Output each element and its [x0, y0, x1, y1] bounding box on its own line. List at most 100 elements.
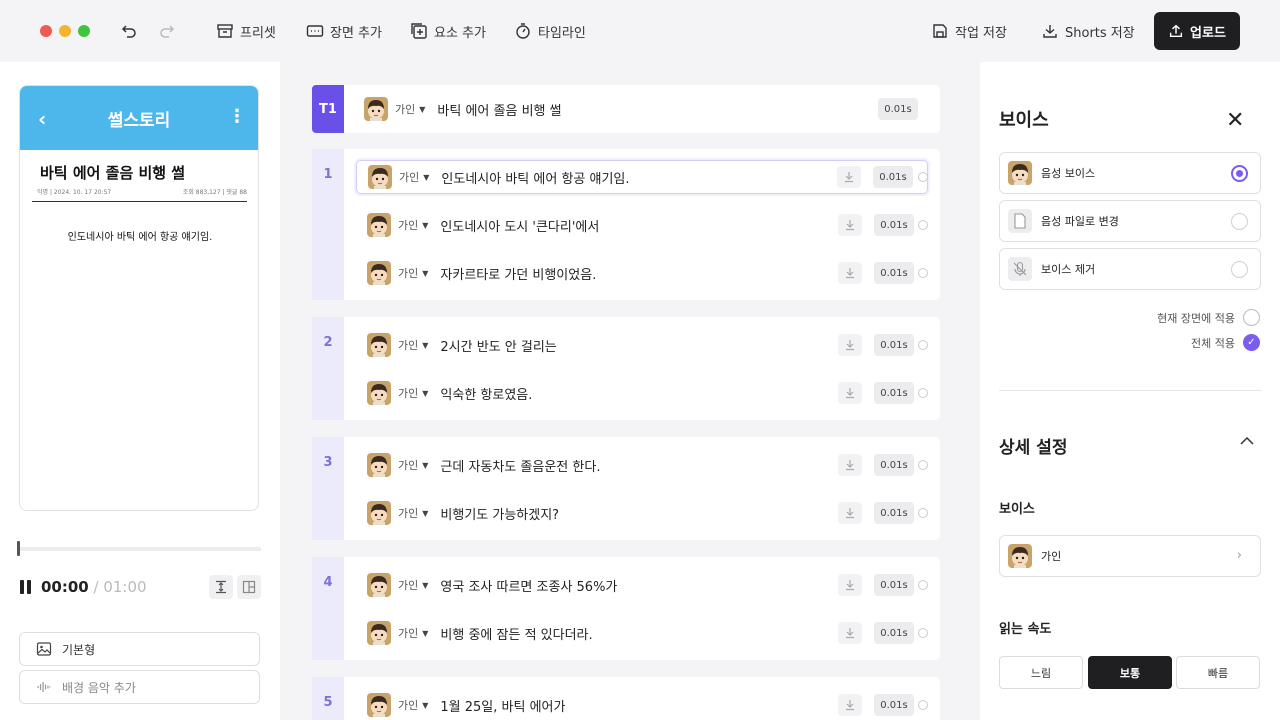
- check-icon[interactable]: ✓: [1243, 334, 1260, 351]
- scene-line[interactable]: 가인 ▼ 바틱 에어 졸음 비행 썰 0.01s: [353, 92, 925, 126]
- speaker-select[interactable]: 가인 ▼: [398, 625, 428, 641]
- line-select-radio[interactable]: [918, 508, 928, 518]
- scene-line[interactable]: 가인 ▼ 인도네시아 바틱 에어 항공 얘기임. 0.01s: [356, 160, 928, 194]
- fit-height-button[interactable]: [209, 575, 233, 599]
- duration-badge[interactable]: 0.01s: [874, 334, 914, 356]
- option-radio[interactable]: [1231, 213, 1248, 230]
- download-icon[interactable]: [838, 502, 862, 524]
- download-icon[interactable]: [838, 694, 862, 716]
- maximize-window-button[interactable]: [78, 25, 90, 37]
- scene-line[interactable]: 가인 ▼ 영국 조사 따르면 조종사 56%가 0.01s: [356, 568, 928, 602]
- line-select-radio[interactable]: [918, 172, 928, 182]
- line-text[interactable]: 자카르타로 가던 비행이었음.: [440, 264, 838, 283]
- duration-badge[interactable]: 0.01s: [874, 382, 914, 404]
- line-text[interactable]: 인도네시아 도시 '큰다리'에서: [440, 216, 838, 235]
- speaker-select[interactable]: 가인 ▼: [398, 577, 428, 593]
- playback-progress[interactable]: [17, 541, 261, 556]
- duration-badge[interactable]: 0.01s: [873, 166, 913, 188]
- line-select-radio[interactable]: [918, 268, 928, 278]
- download-icon[interactable]: [838, 262, 862, 284]
- pause-icon[interactable]: [19, 579, 33, 595]
- line-text[interactable]: 영국 조사 따르면 조종사 56%가: [440, 576, 838, 595]
- line-text[interactable]: 근데 자동차도 졸음운전 한다.: [440, 456, 838, 475]
- upload-button[interactable]: 업로드: [1154, 12, 1240, 50]
- speed-fast-button[interactable]: 빠름: [1176, 656, 1260, 689]
- scene-card-2[interactable]: 2 가인 ▼ 2시간 반도 안 걸리는 0.01s 가인 ▼ 익숙한 항로였음. 0…: [312, 317, 940, 420]
- scene-line[interactable]: 가인 ▼ 자카르타로 가던 비행이었음. 0.01s: [356, 256, 928, 290]
- line-text[interactable]: 인도네시아 바틱 에어 항공 얘기임.: [441, 168, 837, 187]
- shorts-save-button[interactable]: Shorts 저장: [1041, 19, 1135, 43]
- scene-card-5[interactable]: 5 가인 ▼ 1월 25일, 바틱 에어가 0.01s: [312, 677, 940, 720]
- line-select-radio[interactable]: [918, 628, 928, 638]
- chevron-up-icon[interactable]: [1240, 434, 1254, 450]
- option-radio[interactable]: [1231, 165, 1248, 182]
- duration-badge[interactable]: 0.01s: [874, 622, 914, 644]
- speaker-select[interactable]: 가인 ▼: [399, 169, 429, 185]
- close-window-button[interactable]: [40, 25, 52, 37]
- save-button[interactable]: 작업 저장: [931, 19, 1007, 43]
- line-text[interactable]: 1월 25일, 바틱 에어가: [440, 696, 838, 715]
- line-select-radio[interactable]: [918, 580, 928, 590]
- download-icon[interactable]: [838, 574, 862, 596]
- duration-badge[interactable]: 0.01s: [874, 214, 914, 236]
- download-icon[interactable]: [837, 166, 861, 188]
- apply-current-radio[interactable]: [1243, 309, 1260, 326]
- minimize-window-button[interactable]: [59, 25, 71, 37]
- scene-line[interactable]: 가인 ▼ 인도네시아 도시 '큰다리'에서 0.01s: [356, 208, 928, 242]
- speaker-select[interactable]: 가인 ▼: [398, 697, 428, 713]
- download-icon[interactable]: [838, 454, 862, 476]
- speed-slow-button[interactable]: 느림: [999, 656, 1083, 689]
- add-scene-button[interactable]: 장면 추가: [306, 19, 382, 43]
- layout-button[interactable]: [237, 575, 261, 599]
- speaker-select[interactable]: 가인 ▼: [398, 457, 428, 473]
- scene-line[interactable]: 가인 ▼ 근데 자동차도 졸음운전 한다. 0.01s: [356, 448, 928, 482]
- progress-knob[interactable]: [17, 541, 20, 556]
- line-select-radio[interactable]: [918, 700, 928, 710]
- timeline-button[interactable]: 타임라인: [514, 19, 586, 43]
- close-icon[interactable]: ✕: [1226, 108, 1244, 133]
- scene-card-3[interactable]: 3 가인 ▼ 근데 자동차도 졸음운전 한다. 0.01s 가인 ▼ 비행기도 가능…: [312, 437, 940, 540]
- line-select-radio[interactable]: [918, 340, 928, 350]
- line-text[interactable]: 비행 중에 잠든 적 있다더라.: [440, 624, 838, 643]
- download-icon[interactable]: [838, 214, 862, 236]
- speaker-select[interactable]: 가인 ▼: [398, 337, 428, 353]
- scene-line[interactable]: 가인 ▼ 비행 중에 잠든 적 있다더라. 0.01s: [356, 616, 928, 650]
- scene-line[interactable]: 가인 ▼ 비행기도 가능하겠지? 0.01s: [356, 496, 928, 530]
- speaker-select[interactable]: 가인 ▼: [398, 385, 428, 401]
- apply-all[interactable]: 전체 적용 ✓: [1191, 334, 1260, 351]
- duration-badge[interactable]: 0.01s: [878, 98, 918, 120]
- add-bgm-button[interactable]: 배경 음악 추가: [19, 670, 260, 704]
- option-radio[interactable]: [1231, 261, 1248, 278]
- scene-card-1[interactable]: 1 가인 ▼ 인도네시아 바틱 에어 항공 얘기임. 0.01s 가인 ▼ 인도네시…: [312, 149, 940, 300]
- download-icon[interactable]: [838, 334, 862, 356]
- line-select-radio[interactable]: [918, 388, 928, 398]
- line-text[interactable]: 2시간 반도 안 걸리는: [440, 336, 838, 355]
- line-select-radio[interactable]: [918, 220, 928, 230]
- duration-badge[interactable]: 0.01s: [874, 262, 914, 284]
- line-text[interactable]: 익숙한 항로였음.: [440, 384, 838, 403]
- voice-option-remove[interactable]: 보이스 제거: [999, 248, 1261, 290]
- speaker-select[interactable]: 가인 ▼: [398, 217, 428, 233]
- voice-option-tts[interactable]: 음성 보이스: [999, 152, 1261, 194]
- undo-icon[interactable]: [119, 21, 139, 41]
- scene-line[interactable]: 가인 ▼ 1월 25일, 바틱 에어가 0.01s: [356, 688, 928, 720]
- preset-button[interactable]: 프리셋: [216, 19, 276, 43]
- speaker-select[interactable]: 가인 ▼: [398, 265, 428, 281]
- voice-select[interactable]: 가인 ›: [999, 535, 1261, 577]
- line-select-radio[interactable]: [918, 460, 928, 470]
- download-icon[interactable]: [838, 382, 862, 404]
- duration-badge[interactable]: 0.01s: [874, 502, 914, 524]
- scene-line[interactable]: 가인 ▼ 2시간 반도 안 걸리는 0.01s: [356, 328, 928, 362]
- speaker-select[interactable]: 가인 ▼: [395, 101, 425, 117]
- speaker-select[interactable]: 가인 ▼: [398, 505, 428, 521]
- line-text[interactable]: 비행기도 가능하겠지?: [440, 504, 838, 523]
- download-icon[interactable]: [838, 622, 862, 644]
- redo-icon[interactable]: [157, 21, 177, 41]
- template-button[interactable]: 기본형: [19, 632, 260, 666]
- duration-badge[interactable]: 0.01s: [874, 694, 914, 716]
- duration-badge[interactable]: 0.01s: [874, 454, 914, 476]
- add-element-button[interactable]: 요소 추가: [410, 19, 486, 43]
- apply-current-scene[interactable]: 현재 장면에 적용: [1157, 309, 1260, 326]
- voice-option-file[interactable]: 음성 파일로 변경: [999, 200, 1261, 242]
- speed-normal-button[interactable]: 보통: [1088, 656, 1172, 689]
